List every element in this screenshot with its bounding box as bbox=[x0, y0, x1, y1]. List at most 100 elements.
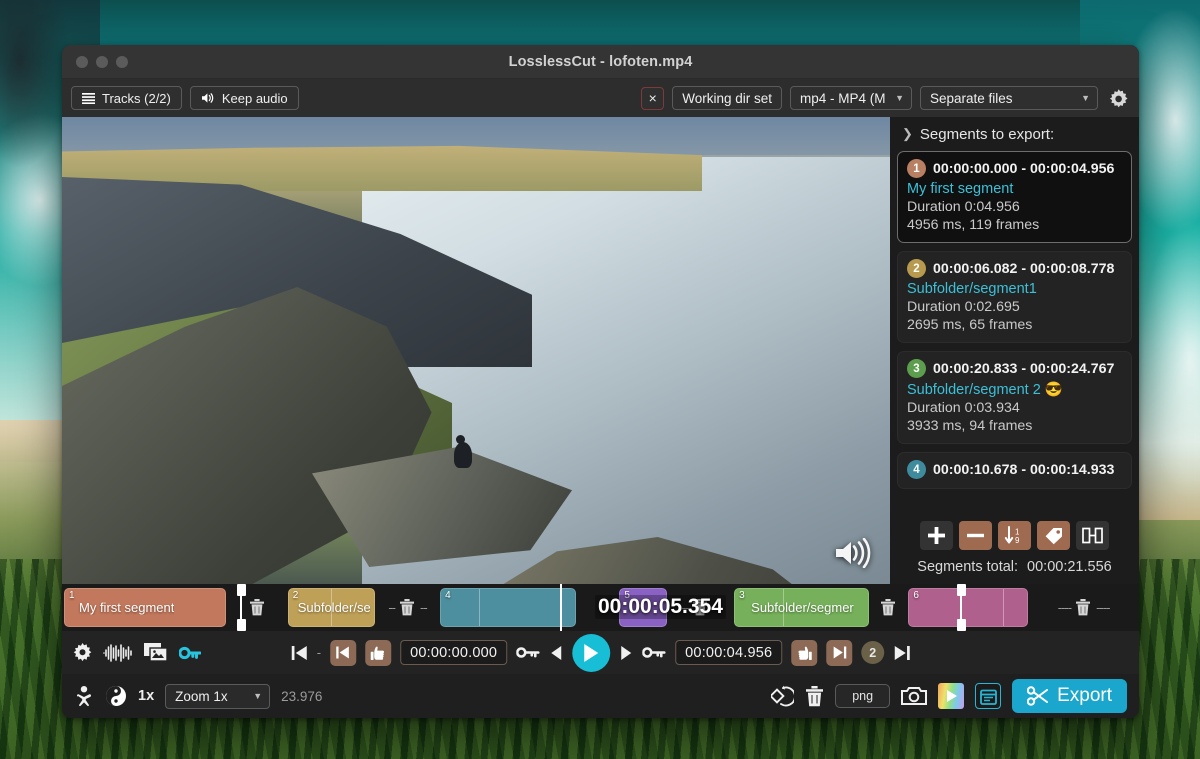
timeline-segment-index: 4 bbox=[445, 590, 451, 601]
timeline-segment[interactable]: 2 Subfolder/se bbox=[288, 588, 375, 627]
trash-icon[interactable] bbox=[880, 599, 897, 616]
set-cut-end-button[interactable] bbox=[791, 640, 817, 666]
calendar-icon[interactable] bbox=[975, 683, 1001, 709]
playhead-handle-top[interactable] bbox=[957, 584, 966, 596]
video-person bbox=[454, 442, 472, 468]
segment-card[interactable]: 2 00:00:06.082 - 00:00:08.778 Subfolder/… bbox=[897, 251, 1132, 343]
set-cut-start-button[interactable] bbox=[365, 640, 391, 666]
timeline-segment[interactable]: 6 bbox=[908, 588, 1028, 627]
segment-index-badge: 1 bbox=[907, 159, 926, 178]
step-forward-icon[interactable] bbox=[619, 645, 633, 661]
label-segment-button[interactable] bbox=[1037, 521, 1070, 550]
segment-name[interactable]: Subfolder/segment1 bbox=[907, 281, 1122, 297]
playhead-cursor-tertiary[interactable] bbox=[960, 584, 962, 631]
step-back-icon[interactable] bbox=[549, 645, 563, 661]
timeline-segment-divider bbox=[1003, 589, 1004, 626]
playhead-handle-bottom[interactable] bbox=[237, 619, 246, 631]
segment-card[interactable]: 1 00:00:00.000 - 00:00:04.956 My first s… bbox=[897, 151, 1132, 243]
playhead-handle-top[interactable] bbox=[237, 584, 246, 596]
remove-segment-button[interactable] bbox=[959, 521, 992, 550]
segments-total: Segments total: 00:00:21.556 bbox=[897, 550, 1132, 584]
playhead-cursor[interactable] bbox=[240, 584, 242, 631]
jump-to-end-icon[interactable] bbox=[893, 644, 911, 662]
seek-next-cut-button[interactable] bbox=[826, 640, 852, 666]
trash-icon[interactable] bbox=[1075, 599, 1092, 616]
split-segment-button[interactable] bbox=[1076, 521, 1109, 550]
rotate-icon[interactable] bbox=[771, 685, 794, 707]
timeline-segment-label: My first segment bbox=[65, 600, 174, 615]
timeline-segment-label: Subfolder/segmer bbox=[735, 600, 854, 615]
segment-time-range: 00:00:06.082 - 00:00:08.778 bbox=[933, 261, 1114, 277]
waveform-icon[interactable] bbox=[103, 644, 133, 662]
segments-panel-header[interactable]: ❯ Segments to export: bbox=[897, 117, 1132, 151]
close-window-button[interactable] bbox=[76, 56, 88, 68]
minimize-window-button[interactable] bbox=[96, 56, 108, 68]
chevron-down-icon: ▼ bbox=[1081, 93, 1090, 103]
output-mode-select[interactable]: Separate files ▼ bbox=[920, 86, 1098, 110]
trash-icon[interactable] bbox=[249, 599, 266, 616]
chevron-down-icon: ▼ bbox=[895, 93, 904, 103]
key-icon[interactable] bbox=[179, 644, 201, 662]
preview-icon[interactable] bbox=[938, 683, 964, 709]
video-preview[interactable] bbox=[62, 117, 890, 584]
export-button[interactable]: Export bbox=[1012, 679, 1127, 713]
trash-icon[interactable] bbox=[399, 599, 416, 616]
seek-prev-cut-button[interactable] bbox=[330, 640, 356, 666]
sort-segments-button[interactable]: 1 9 bbox=[998, 521, 1031, 550]
timeline-gap[interactable]: ---- ---- bbox=[1028, 584, 1139, 631]
segment-time-range: 00:00:10.678 - 00:00:14.933 bbox=[933, 462, 1114, 478]
export-label: Export bbox=[1057, 685, 1112, 707]
window-traffic-lights[interactable] bbox=[62, 56, 128, 68]
image-icon[interactable] bbox=[144, 643, 168, 662]
window-title: LosslessCut - lofoten.mp4 bbox=[62, 54, 1139, 70]
jump-to-start-icon[interactable] bbox=[290, 644, 308, 662]
clear-working-dir-button[interactable]: × bbox=[641, 87, 664, 110]
add-segment-button[interactable] bbox=[920, 521, 953, 550]
zoom-select[interactable]: Zoom 1x ▼ bbox=[165, 684, 270, 709]
segments-total-label: Segments total: bbox=[917, 559, 1018, 575]
playhead-cursor-secondary[interactable] bbox=[560, 584, 562, 631]
volume-icon[interactable] bbox=[830, 536, 876, 570]
cut-end-time-input[interactable]: 00:00:04.956 bbox=[675, 640, 782, 665]
sun-gear-icon[interactable] bbox=[73, 643, 92, 662]
timeline-gap[interactable]: -- -- bbox=[375, 584, 440, 631]
yin-yang-icon[interactable] bbox=[105, 685, 127, 707]
timeline-segment-label: Subfolder/se bbox=[289, 600, 371, 615]
scissors-icon bbox=[1027, 686, 1049, 706]
segment-duration: Duration 0:03.934 bbox=[907, 400, 1122, 416]
capture-format-button[interactable]: png bbox=[835, 684, 890, 708]
settings-button[interactable] bbox=[1106, 86, 1130, 110]
trash-icon[interactable] bbox=[805, 686, 824, 707]
cut-count-badge[interactable]: 2 bbox=[861, 641, 884, 664]
segment-name[interactable]: Subfolder/segment 2 😎 bbox=[907, 381, 1122, 398]
timeline-current-timecode: 00:00:05.354 bbox=[595, 595, 726, 619]
timeline-track[interactable]: 1 My first segment 2 Subfolder/se -- bbox=[62, 584, 1139, 631]
segment-card[interactable]: 3 00:00:20.833 - 00:00:24.767 Subfolder/… bbox=[897, 351, 1132, 444]
timeline-gap[interactable] bbox=[226, 584, 287, 631]
window-titlebar[interactable]: LosslessCut - lofoten.mp4 bbox=[62, 45, 1139, 79]
play-button[interactable] bbox=[572, 634, 610, 672]
segments-panel-title: Segments to export: bbox=[920, 126, 1054, 143]
tracks-button[interactable]: Tracks (2/2) bbox=[71, 86, 182, 110]
gap-dash-right: -- bbox=[420, 600, 427, 615]
keep-audio-button[interactable]: Keep audio bbox=[190, 86, 299, 110]
cut-start-time-input[interactable]: 00:00:00.000 bbox=[400, 640, 507, 665]
timeline-segment[interactable]: 1 My first segment bbox=[64, 588, 226, 627]
timeline-segment[interactable]: 4 bbox=[440, 588, 576, 627]
output-format-select[interactable]: mp4 - MP4 (M ▼ bbox=[790, 86, 912, 110]
segment-card[interactable]: 4 00:00:10.678 - 00:00:14.933 bbox=[897, 452, 1132, 489]
playback-speed-label[interactable]: 1x bbox=[138, 688, 154, 704]
timeline-segment[interactable]: 3 Subfolder/segmer bbox=[734, 588, 869, 627]
maximize-window-button[interactable] bbox=[116, 56, 128, 68]
chevron-right-icon[interactable]: ❯ bbox=[902, 126, 913, 142]
working-dir-button[interactable]: Working dir set bbox=[672, 86, 782, 110]
timeline-gap[interactable] bbox=[869, 584, 909, 631]
zoom-value: Zoom 1x bbox=[175, 689, 228, 704]
key-icon[interactable] bbox=[642, 645, 666, 660]
playhead-handle-bottom[interactable] bbox=[957, 619, 966, 631]
segments-list[interactable]: 1 00:00:00.000 - 00:00:04.956 My first s… bbox=[897, 151, 1132, 550]
baby-icon[interactable] bbox=[74, 686, 94, 707]
camera-icon[interactable] bbox=[901, 686, 927, 706]
key-icon[interactable] bbox=[516, 645, 540, 660]
segment-name[interactable]: My first segment bbox=[907, 181, 1122, 197]
